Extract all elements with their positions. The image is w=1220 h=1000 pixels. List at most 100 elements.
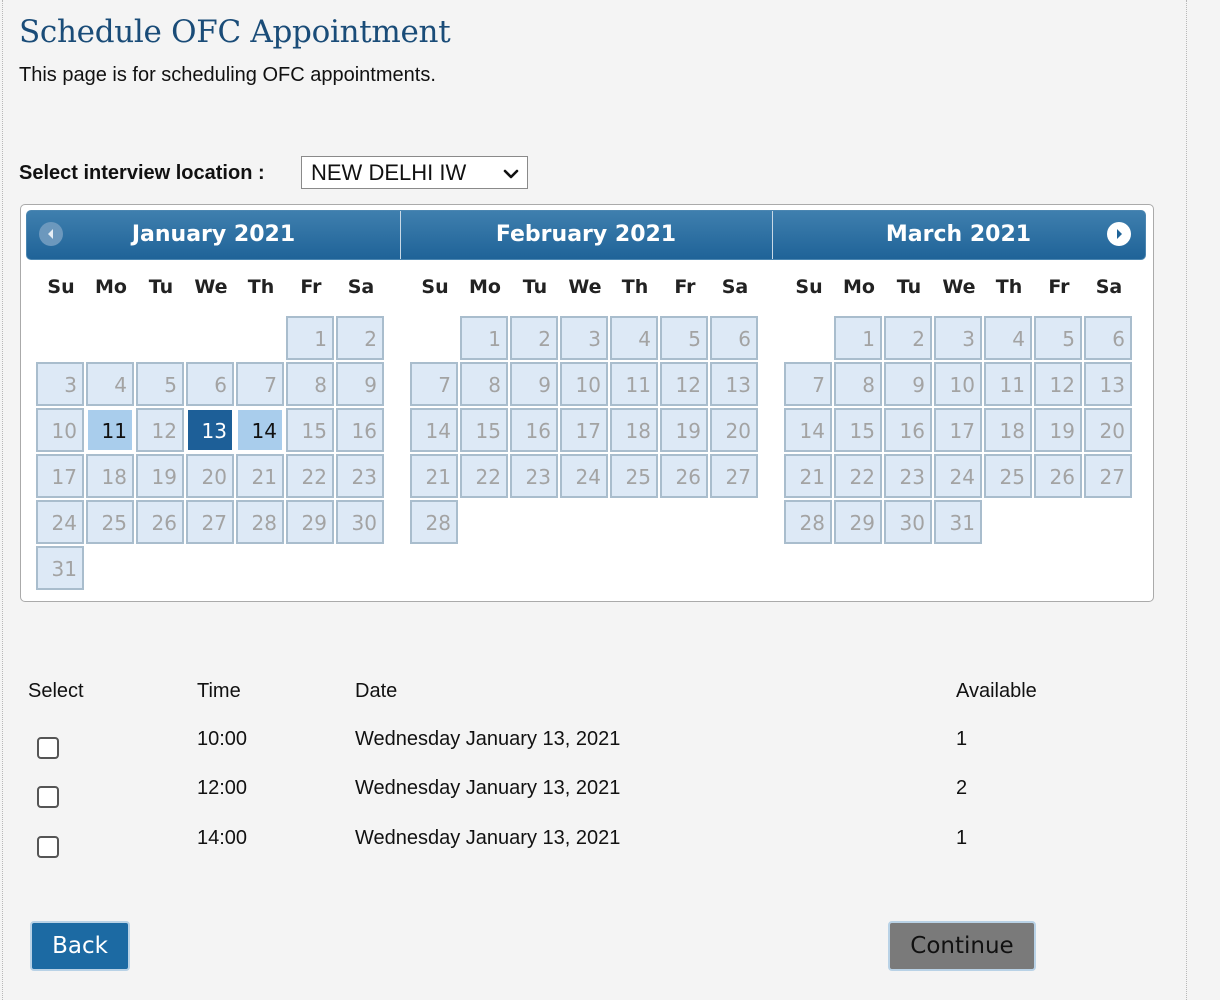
weekday-label: Tu [522,276,548,298]
calendar-day: 17 [36,454,84,498]
month-title: March 2021 [885,222,1032,247]
calendar-day: 2 [510,316,558,360]
location-select[interactable]: NEW DELHI IW [301,156,528,189]
calendar-day-available[interactable]: 11 [86,408,134,452]
calendar-day: 15 [460,408,508,452]
weekday-label: Th [247,276,275,298]
weekday-label: Mo [843,276,875,298]
page-description: This page is for scheduling OFC appointm… [19,64,436,86]
weekday-label: Su [421,276,449,298]
calendar-day: 6 [1084,316,1132,360]
calendar-day: 16 [884,408,932,452]
calendar-day: 12 [660,362,708,406]
calendar-day: 24 [560,454,608,498]
calendar-day: 1 [286,316,334,360]
calendar-day: 14 [784,408,832,452]
slot-date: Wednesday January 13, 2021 [355,827,621,849]
calendar-day: 25 [86,500,134,544]
calendar-day: 23 [510,454,558,498]
calendar-day: 15 [286,408,334,452]
calendar-day: 27 [710,454,758,498]
calendar-day: 26 [660,454,708,498]
calendar-day: 5 [660,316,708,360]
slot-time: 10:00 [197,728,248,750]
calendar-day: 20 [1084,408,1132,452]
calendar-day: 28 [236,500,284,544]
datepicker-header: January 2021 February 2021 March 2021 [26,210,1146,260]
calendar-day: 15 [834,408,882,452]
calendar-day: 1 [460,316,508,360]
weekday-label: We [942,276,976,298]
page-right-border [1186,0,1187,1000]
slot-date: Wednesday January 13, 2021 [355,777,621,799]
calendar-day: 6 [710,316,758,360]
calendar-day: 3 [560,316,608,360]
calendar-day: 12 [136,408,184,452]
weekday-label: Th [995,276,1023,298]
calendar-day: 29 [286,500,334,544]
calendar-day: 16 [336,408,384,452]
location-label: Select interview location : [19,162,265,184]
slot-time: 12:00 [197,777,248,799]
continue-button[interactable]: Continue [888,921,1036,971]
date-column-header: Date [355,680,398,702]
slot-date: Wednesday January 13, 2021 [355,728,621,750]
slot-checkbox[interactable] [37,737,59,759]
slot-available: 2 [956,777,968,799]
calendar-day: 3 [934,316,982,360]
calendar-day-selected[interactable]: 13 [186,408,234,452]
calendar-day: 27 [186,500,234,544]
calendar-day: 26 [136,500,184,544]
calendar-day: 24 [934,454,982,498]
calendar-day: 9 [510,362,558,406]
calendar-day: 20 [186,454,234,498]
available-column-header: Available [956,680,1037,702]
calendar-day-available[interactable]: 14 [236,408,284,452]
back-button[interactable]: Back [30,921,130,971]
weekday-label: Th [621,276,649,298]
slot-available: 1 [956,728,968,750]
weekday-label: Su [795,276,823,298]
calendar-day: 4 [86,362,134,406]
slot-checkbox[interactable] [37,836,59,858]
weekday-label: Su [47,276,75,298]
weekday-label: Mo [469,276,501,298]
calendar-day: 7 [410,362,458,406]
calendar-day: 17 [560,408,608,452]
calendar-day: 2 [336,316,384,360]
calendar-day: 18 [86,454,134,498]
weekday-label: Sa [347,276,375,298]
location-selected-value: NEW DELHI IW [311,160,467,185]
weekday-label: Tu [896,276,922,298]
calendar-day: 11 [610,362,658,406]
weekday-label: Sa [1095,276,1123,298]
time-column-header: Time [197,680,241,702]
slot-checkbox[interactable] [37,786,59,808]
weekday-label: Fr [300,276,322,298]
calendar-day: 7 [784,362,832,406]
calendar-day: 18 [984,408,1032,452]
calendar-day: 9 [336,362,384,406]
month-title: February 2021 [495,222,677,247]
calendar-day: 31 [934,500,982,544]
calendar-day: 22 [286,454,334,498]
calendar-day: 21 [410,454,458,498]
calendar-day: 20 [710,408,758,452]
slot-available: 1 [956,827,968,849]
calendar-day: 5 [1034,316,1082,360]
calendar-day: 13 [710,362,758,406]
header-separator [400,211,401,259]
page-left-border [2,0,3,1000]
calendar-day: 2 [884,316,932,360]
select-column-header: Select [28,680,84,702]
calendar-day: 22 [834,454,882,498]
calendar-day: 1 [834,316,882,360]
weekday-label: Fr [1048,276,1070,298]
calendar-day: 4 [610,316,658,360]
calendar-day: 10 [934,362,982,406]
calendar-day: 7 [236,362,284,406]
calendar-day: 22 [460,454,508,498]
calendar-day: 30 [336,500,384,544]
page-title: Schedule OFC Appointment [19,14,451,50]
weekday-label: Mo [95,276,127,298]
